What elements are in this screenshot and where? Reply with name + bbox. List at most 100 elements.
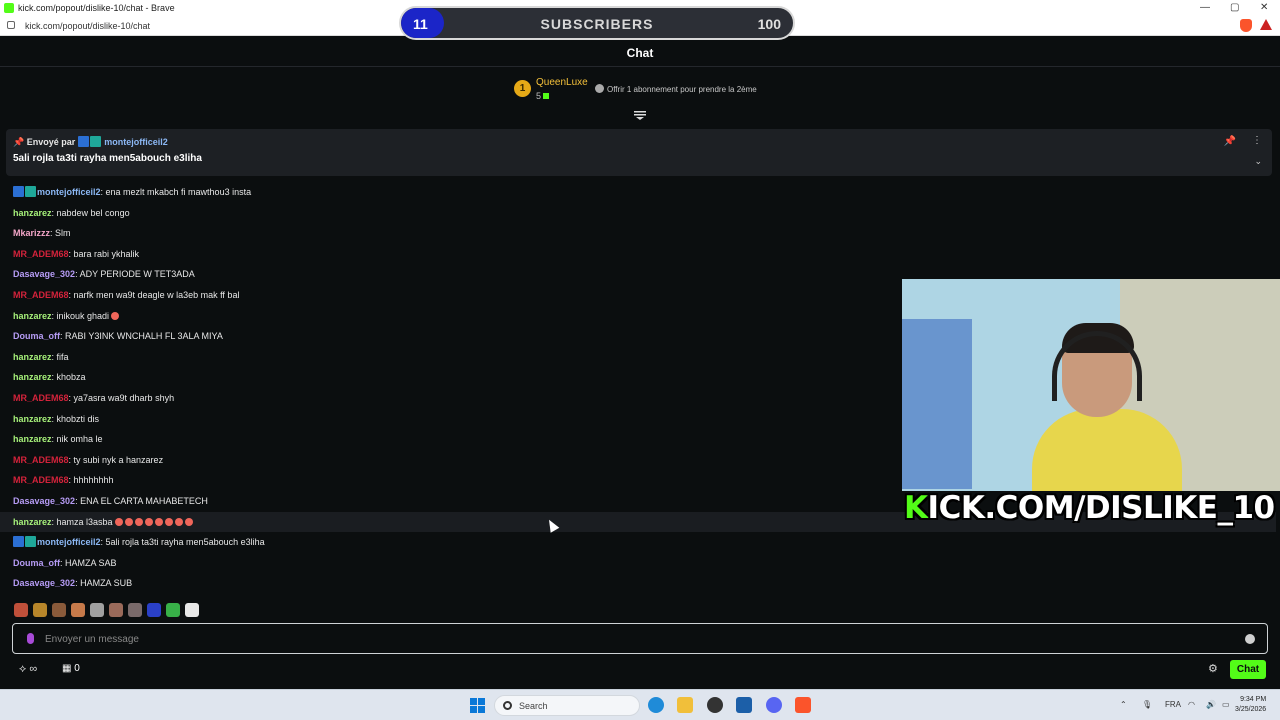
site-info-icon[interactable] (7, 21, 15, 29)
chat-message[interactable]: Douma_off: HAMZA SAB (0, 553, 900, 574)
taskbar-clock[interactable]: 9:34 PM 3/25/2026 (1235, 695, 1266, 715)
chat-username[interactable]: MR_ADEM68 (13, 475, 69, 485)
pinned-user[interactable]: montejofficeil2 (104, 137, 168, 147)
chat-message[interactable]: hanzarez: khobza (0, 367, 900, 388)
send-chat-button[interactable]: Chat (1230, 660, 1266, 679)
wifi-icon[interactable]: ◠ (1188, 700, 1195, 709)
chat-message-input[interactable] (45, 630, 1225, 648)
obs-icon[interactable] (707, 697, 723, 713)
chat-username[interactable]: Dasavage_302 (13, 578, 75, 588)
points-value: 0 (74, 663, 80, 674)
collapse-leaderboard-icon[interactable] (634, 111, 646, 120)
chat-input-box[interactable] (12, 623, 1268, 654)
chat-username[interactable]: Mkarizzz (13, 228, 50, 238)
chat-message[interactable]: Dasavage_302: ADY PERIODE W TET3ADA (0, 264, 900, 285)
emote-icon[interactable] (14, 603, 28, 617)
chat-message-text: : fifa (51, 351, 69, 362)
store-icon[interactable] (736, 697, 752, 713)
chat-message-text: : 5ali rojla ta3ti rayha men5abouch e3li… (100, 537, 265, 548)
chat-username[interactable]: MR_ADEM68 (13, 393, 69, 403)
chat-message-text: : ya7asra wa9t dharb shyh (68, 392, 175, 403)
window-title: kick.com/popout/dislike-10/chat - Brave (18, 3, 175, 13)
gem-icon (543, 93, 550, 99)
chat-username[interactable]: hanzarez (13, 311, 52, 321)
chat-username[interactable]: Dasavage_302 (13, 496, 75, 506)
emote-icon[interactable] (71, 603, 85, 617)
chat-message[interactable]: hanzarez: inikouk ghadi (0, 306, 900, 327)
emote-icon[interactable] (185, 603, 199, 617)
emote-icon[interactable] (128, 603, 142, 617)
channel-points-icons[interactable]: ⟡ ∞ (19, 663, 37, 676)
chat-message[interactable]: hanzarez: fifa (0, 347, 900, 368)
microphone-icon[interactable] (27, 633, 34, 644)
chat-message[interactable]: MR_ADEM68: hhhhhhhh (0, 470, 900, 491)
close-icon[interactable]: ✕ (1260, 2, 1268, 13)
emote-icon[interactable] (109, 603, 123, 617)
chat-username[interactable]: Douma_off (13, 331, 60, 341)
leader-name: QueenLuxe (536, 77, 588, 88)
chat-username[interactable]: hanzarez (13, 372, 52, 382)
unpin-icon[interactable]: 📌 (1224, 136, 1236, 147)
windows-start-icon[interactable] (470, 698, 485, 713)
url-text[interactable]: kick.com/popout/dislike-10/chat (25, 21, 150, 31)
pinned-message[interactable]: 📌 Envoyé par montejofficeil2 5ali rojla … (6, 129, 1272, 176)
chat-message[interactable]: montejofficeil2: 5ali rojla ta3ti rayha … (0, 532, 900, 553)
battery-icon[interactable]: ▭ (1222, 700, 1230, 709)
file-explorer-icon[interactable] (677, 697, 693, 713)
chat-message[interactable]: MR_ADEM68: ya7asra wa9t dharb shyh (0, 388, 900, 409)
more-options-icon[interactable]: ⋮ (1252, 135, 1262, 146)
settings-gear-icon[interactable]: ⚙ (1208, 662, 1218, 675)
chat-message[interactable]: hanzarez: khobzti dis (0, 409, 900, 430)
chat-message[interactable]: Dasavage_302: ENA EL CARTA MAHABETECH (0, 491, 900, 512)
discord-icon[interactable] (766, 697, 782, 713)
taskbar-search[interactable]: Search (494, 695, 640, 716)
chat-username[interactable]: MR_ADEM68 (13, 290, 69, 300)
kick-channel-overlay: KICK.COM/DISLIKE_10 (904, 490, 1280, 526)
emote-icon[interactable] (33, 603, 47, 617)
volume-icon[interactable]: 🔊 (1206, 700, 1216, 709)
brave-taskbar-icon[interactable] (795, 697, 811, 713)
edge-browser-icon[interactable] (648, 697, 664, 713)
chat-username[interactable]: Dasavage_302 (13, 269, 75, 279)
tray-mic-icon[interactable]: 🎙 (1142, 700, 1152, 709)
chat-username[interactable]: hanzarez (13, 517, 52, 527)
warning-icon[interactable] (1260, 19, 1272, 30)
chat-message[interactable]: Douma_off: RABI Y3INK WNCHALH FL 3ALA MI… (0, 326, 900, 347)
vip-badge-icon (25, 186, 36, 197)
chat-message-text: : ENA EL CARTA MAHABETECH (75, 495, 208, 506)
chat-message[interactable]: MR_ADEM68: bara rabi ykhalik (0, 244, 900, 265)
chat-username[interactable]: montejofficeil2 (37, 537, 101, 547)
chat-message[interactable]: MR_ADEM68: narfk men wa9t deagle w la3eb… (0, 285, 900, 306)
chat-message[interactable]: hanzarez: nabdew bel congo (0, 203, 900, 224)
brave-shields-icon[interactable] (1240, 19, 1252, 32)
language-indicator[interactable]: FRA (1165, 700, 1181, 709)
minimize-icon[interactable]: — (1200, 2, 1210, 13)
emote-icon[interactable] (90, 603, 104, 617)
emoji-picker-icon[interactable] (1245, 634, 1255, 644)
chat-username[interactable]: hanzarez (13, 352, 52, 362)
chevron-down-icon[interactable]: ⌄ (1254, 156, 1262, 167)
chat-username[interactable]: hanzarez (13, 414, 52, 424)
chat-username[interactable]: Douma_off (13, 558, 60, 568)
emote-icon[interactable] (52, 603, 66, 617)
chat-message[interactable]: Dasavage_302: HAMZA SUB (0, 573, 900, 594)
gift-sub-prompt[interactable]: Offrir 1 abonnement pour prendre la 2ème (595, 84, 757, 94)
points-display[interactable]: ▦ 0 (62, 663, 80, 674)
tray-overflow-icon[interactable]: ⌃ (1120, 700, 1127, 709)
chat-username[interactable]: MR_ADEM68 (13, 249, 69, 259)
chat-message[interactable]: Mkarizzz: Slm (0, 223, 900, 244)
chat-username[interactable]: montejofficeil2 (37, 187, 101, 197)
emoji-icon (144, 517, 153, 526)
emote-icon[interactable] (147, 603, 161, 617)
chat-username[interactable]: hanzarez (13, 434, 52, 444)
chat-message[interactable]: hanzarez: nik omha le (0, 429, 900, 450)
streamer-torso (1032, 409, 1182, 491)
chat-username[interactable]: MR_ADEM68 (13, 455, 69, 465)
chat-message[interactable]: MR_ADEM68: ty subi nyk a hanzarez (0, 450, 900, 471)
maximize-icon[interactable]: ▢ (1230, 2, 1239, 13)
gift-sub-text: Offrir 1 abonnement pour prendre la 2ème (607, 85, 757, 94)
pin-small-icon: 📌 (13, 137, 25, 147)
chat-message[interactable]: montejofficeil2: ena mezlt mkabch fi maw… (0, 182, 900, 203)
chat-username[interactable]: hanzarez (13, 208, 52, 218)
emote-icon[interactable] (166, 603, 180, 617)
